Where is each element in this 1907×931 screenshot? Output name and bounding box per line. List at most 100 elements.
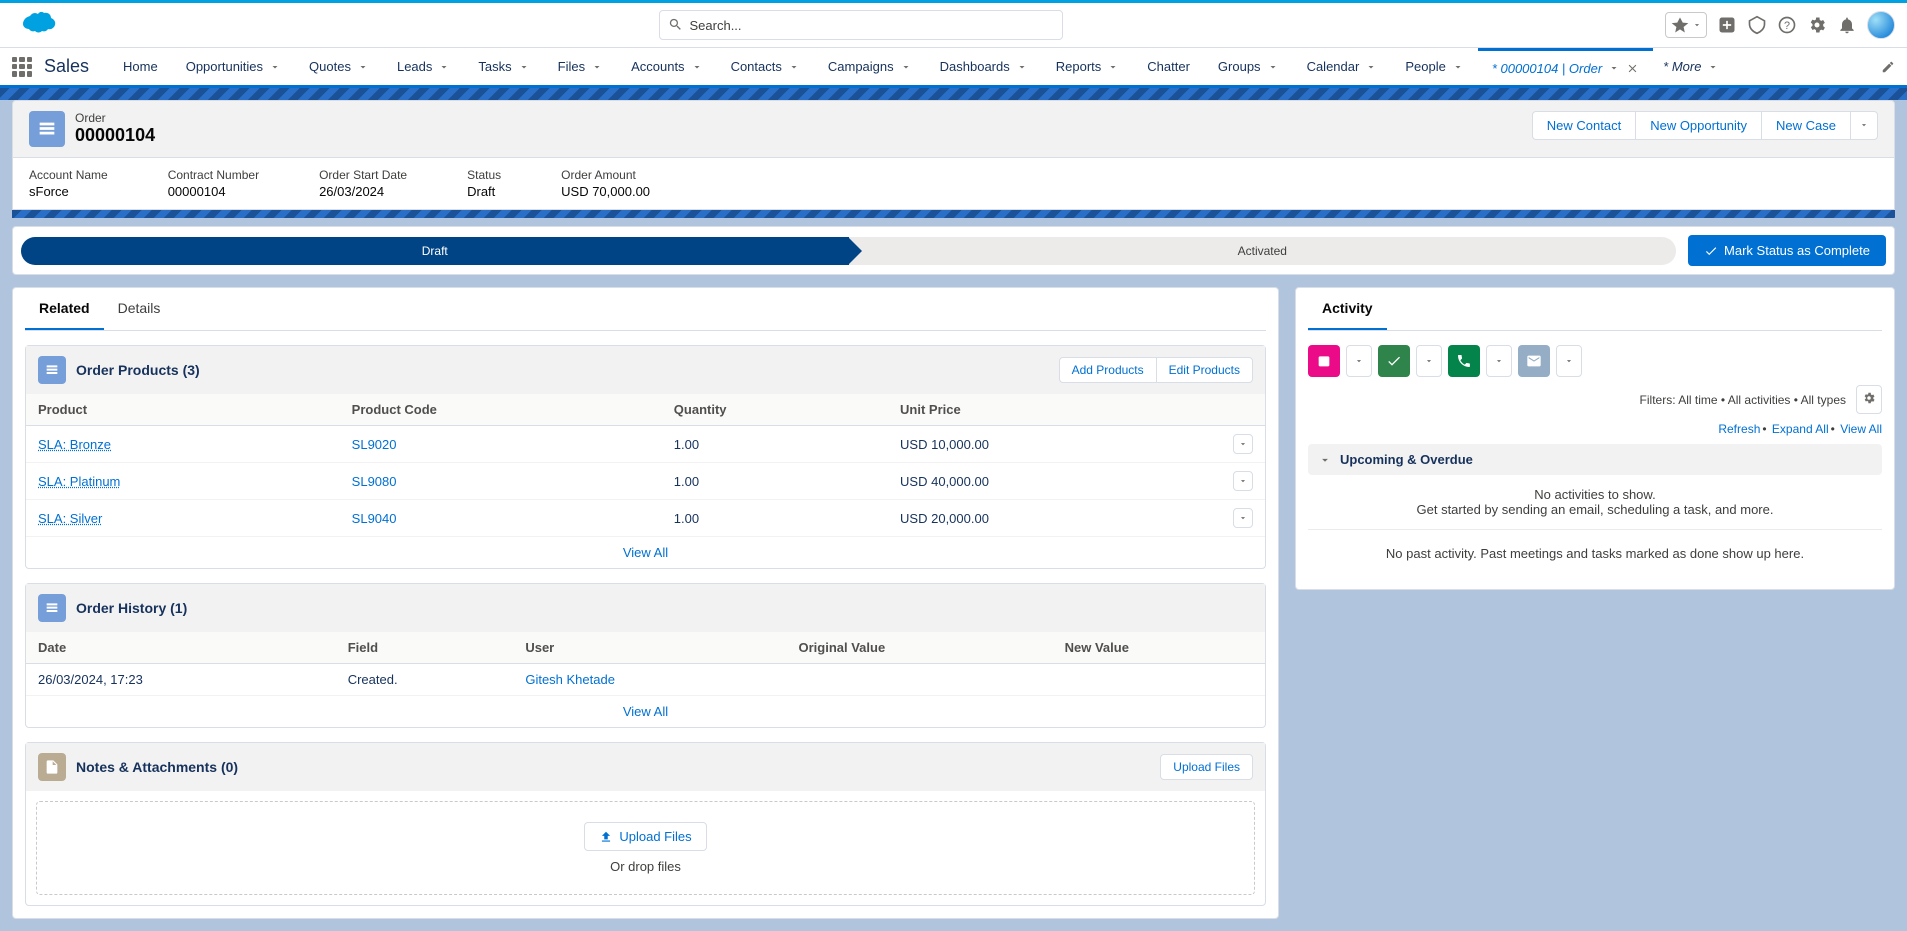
highlights-panel: Account NamesForce Contract Number000001… — [12, 158, 1895, 210]
table-row: SLA: SilverSL90401.00USD 20,000.00 — [26, 500, 1265, 537]
nav-home[interactable]: Home — [109, 48, 172, 85]
add-products-button[interactable]: Add Products — [1059, 357, 1157, 383]
close-tab-icon[interactable] — [1626, 62, 1639, 75]
workspace-tab-order[interactable]: * 00000104 | Order — [1478, 48, 1653, 85]
row-actions-button[interactable] — [1233, 434, 1253, 454]
log-call-button[interactable] — [1448, 345, 1480, 377]
mark-complete-button[interactable]: Mark Status as Complete — [1688, 235, 1886, 266]
chevron-down-icon[interactable] — [1452, 61, 1464, 73]
table-row: SLA: BronzeSL90201.00USD 10,000.00 — [26, 426, 1265, 463]
nav-quotes[interactable]: Quotes — [295, 48, 383, 85]
chevron-down-icon[interactable] — [357, 61, 369, 73]
tab-activity[interactable]: Activity — [1308, 288, 1387, 330]
edit-products-button[interactable]: Edit Products — [1156, 357, 1253, 383]
chevron-down-icon[interactable] — [1707, 61, 1719, 73]
task-dropdown[interactable] — [1416, 345, 1442, 377]
favorites-button[interactable] — [1665, 12, 1707, 38]
path-component: Draft Activated Mark Status as Complete — [12, 226, 1895, 275]
new-cell — [1053, 664, 1265, 696]
chevron-down-icon — [1318, 453, 1332, 467]
record-header: Order 00000104 New Contact New Opportuni… — [12, 100, 1895, 158]
new-event-button[interactable] — [1308, 345, 1340, 377]
nav-chatter[interactable]: Chatter — [1133, 48, 1204, 85]
product-code-link[interactable]: SL9080 — [352, 474, 397, 489]
email-button[interactable] — [1518, 345, 1550, 377]
search-input[interactable] — [659, 10, 1063, 40]
nav-dashboards[interactable]: Dashboards — [926, 48, 1042, 85]
nav-files[interactable]: Files — [544, 48, 617, 85]
app-launcher-icon[interactable] — [12, 57, 32, 77]
nav-contacts[interactable]: Contacts — [717, 48, 814, 85]
more-actions-button[interactable] — [1850, 111, 1878, 140]
tab-details[interactable]: Details — [104, 288, 175, 330]
product-code-link[interactable]: SL9040 — [352, 511, 397, 526]
row-actions-button[interactable] — [1233, 508, 1253, 528]
chevron-down-icon[interactable] — [900, 61, 912, 73]
call-dropdown[interactable] — [1486, 345, 1512, 377]
chevron-down-icon[interactable] — [1267, 61, 1279, 73]
salesforce-help-icon[interactable] — [1747, 15, 1767, 35]
nav-more[interactable]: * More — [1653, 59, 1729, 74]
row-actions-button[interactable] — [1233, 471, 1253, 491]
refresh-link[interactable]: Refresh — [1718, 422, 1760, 436]
user-avatar[interactable] — [1867, 11, 1895, 39]
nav-reports[interactable]: Reports — [1042, 48, 1134, 85]
chevron-down-icon[interactable] — [438, 61, 450, 73]
nav-people[interactable]: People — [1391, 48, 1477, 85]
contract-number-link[interactable]: 00000104 — [168, 184, 226, 199]
product-link[interactable]: SLA: Bronze — [38, 437, 111, 452]
setup-gear-icon[interactable] — [1807, 15, 1827, 35]
user-link[interactable]: Gitesh Khetade — [525, 672, 615, 687]
activity-settings-button[interactable] — [1856, 385, 1882, 414]
upload-dropzone[interactable]: Upload Files Or drop files — [36, 801, 1255, 895]
add-icon[interactable] — [1717, 15, 1737, 35]
chevron-down-icon[interactable] — [591, 61, 603, 73]
new-contact-button[interactable]: New Contact — [1532, 111, 1636, 140]
order-products-view-all[interactable]: View All — [623, 545, 668, 560]
email-dropdown[interactable] — [1556, 345, 1582, 377]
chevron-down-icon[interactable] — [1107, 61, 1119, 73]
notifications-icon[interactable] — [1837, 15, 1857, 35]
new-opportunity-button[interactable]: New Opportunity — [1635, 111, 1762, 140]
qty-cell: 1.00 — [662, 500, 888, 537]
nav-calendar[interactable]: Calendar — [1293, 48, 1392, 85]
col-new: New Value — [1053, 632, 1265, 664]
nav-leads[interactable]: Leads — [383, 48, 464, 85]
chevron-down-icon[interactable] — [1016, 61, 1028, 73]
chevron-down-icon[interactable] — [518, 61, 530, 73]
upcoming-section[interactable]: Upcoming & Overdue — [1308, 444, 1882, 475]
chevron-down-icon[interactable] — [691, 61, 703, 73]
upload-files-action[interactable]: Upload Files — [1160, 754, 1253, 780]
date-cell: 26/03/2024, 17:23 — [26, 664, 336, 696]
expand-all-link[interactable]: Expand All — [1772, 422, 1829, 436]
help-icon[interactable]: ? — [1777, 15, 1797, 35]
order-history-view-all[interactable]: View All — [623, 704, 668, 719]
upload-files-button[interactable]: Upload Files — [584, 822, 706, 851]
chevron-down-icon[interactable] — [1608, 62, 1620, 74]
nav-campaigns[interactable]: Campaigns — [814, 48, 926, 85]
new-task-button[interactable] — [1378, 345, 1410, 377]
tab-related[interactable]: Related — [25, 288, 104, 330]
chevron-down-icon[interactable] — [1365, 61, 1377, 73]
chevron-down-icon[interactable] — [269, 61, 281, 73]
product-link[interactable]: SLA: Platinum — [38, 474, 120, 489]
new-case-button[interactable]: New Case — [1761, 111, 1851, 140]
edit-nav-icon[interactable] — [1881, 60, 1895, 74]
product-link[interactable]: SLA: Silver — [38, 511, 102, 526]
nav-groups[interactable]: Groups — [1204, 48, 1293, 85]
path-stage-draft[interactable]: Draft — [21, 237, 849, 265]
path-stage-activated[interactable]: Activated — [849, 237, 1677, 265]
event-dropdown[interactable] — [1346, 345, 1372, 377]
nav-accounts[interactable]: Accounts — [617, 48, 716, 85]
app-name: Sales — [44, 56, 89, 77]
nav-tasks[interactable]: Tasks — [464, 48, 543, 85]
product-code-link[interactable]: SL9020 — [352, 437, 397, 452]
col-price: Unit Price — [888, 394, 1221, 426]
chevron-down-icon[interactable] — [788, 61, 800, 73]
salesforce-logo[interactable] — [12, 10, 56, 40]
order-icon — [29, 111, 65, 147]
nav-opportunities[interactable]: Opportunities — [172, 48, 295, 85]
activity-view-all-link[interactable]: View All — [1840, 422, 1882, 436]
account-name-link[interactable]: sForce — [29, 184, 69, 199]
order-history-card: Order History (1) Date Field User Origin… — [25, 583, 1266, 728]
